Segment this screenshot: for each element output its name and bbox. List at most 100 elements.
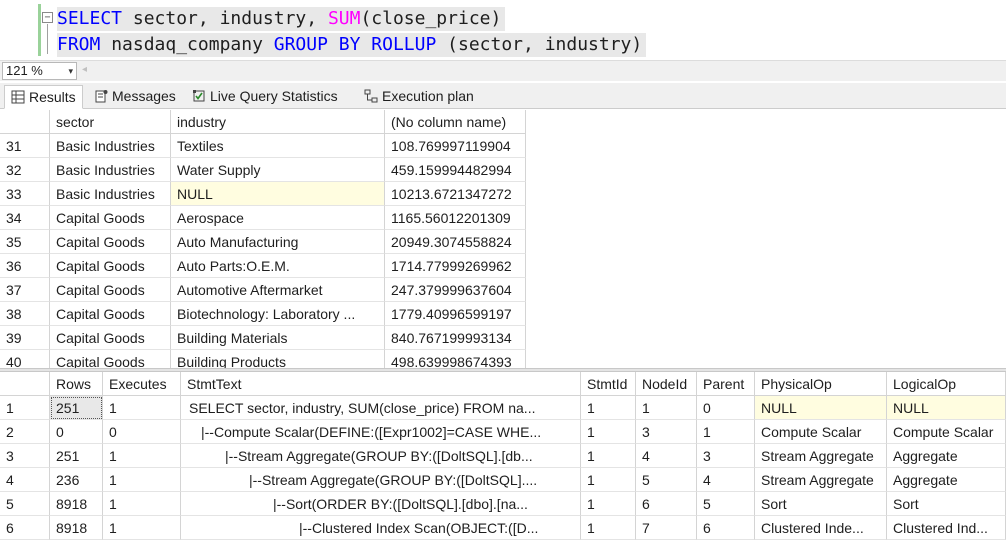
cell-industry[interactable]: Water Supply bbox=[171, 158, 385, 182]
column-header-value[interactable]: (No column name) bbox=[385, 110, 526, 134]
row-number[interactable]: 35 bbox=[0, 230, 50, 254]
column-header-logicalop[interactable]: LogicalOp bbox=[887, 372, 1006, 396]
row-number[interactable]: 4 bbox=[0, 468, 50, 492]
cell-stmtid[interactable]: 1 bbox=[581, 396, 636, 420]
row-number[interactable]: 39 bbox=[0, 326, 50, 350]
row-number[interactable]: 33 bbox=[0, 182, 50, 206]
cell-industry[interactable]: Automotive Aftermarket bbox=[171, 278, 385, 302]
query-editor[interactable]: − SELECT sector, industry, SUM(close_pri… bbox=[0, 0, 1006, 60]
cell-nodeid[interactable]: 5 bbox=[636, 468, 697, 492]
cell-logicalop[interactable]: Aggregate bbox=[887, 444, 1006, 468]
column-header-parent[interactable]: Parent bbox=[697, 372, 755, 396]
cell-value[interactable]: 840.767199993134 bbox=[385, 326, 526, 350]
cell-nodeid[interactable]: 7 bbox=[636, 516, 697, 540]
cell-sector[interactable]: Capital Goods bbox=[50, 302, 171, 326]
cell-stmtid[interactable]: 1 bbox=[581, 516, 636, 540]
cell-sector[interactable]: Basic Industries bbox=[50, 134, 171, 158]
cell-nodeid[interactable]: 6 bbox=[636, 492, 697, 516]
grid-corner[interactable] bbox=[0, 110, 50, 134]
cell-stmttext[interactable]: |--Clustered Index Scan(OBJECT:([D... bbox=[181, 516, 581, 540]
cell-physicalop[interactable]: Clustered Inde... bbox=[755, 516, 887, 540]
cell-executes[interactable]: 0 bbox=[103, 420, 181, 444]
cell-nodeid[interactable]: 3 bbox=[636, 420, 697, 444]
tab-execution-plan[interactable]: Execution plan bbox=[358, 85, 480, 109]
cell-logicalop[interactable]: Clustered Ind... bbox=[887, 516, 1006, 540]
row-number[interactable]: 1 bbox=[0, 396, 50, 420]
cell-value[interactable]: 1165.56012201309 bbox=[385, 206, 526, 230]
cell-sector[interactable]: Basic Industries bbox=[50, 158, 171, 182]
cell-industry[interactable]: Textiles bbox=[171, 134, 385, 158]
collapse-icon[interactable]: − bbox=[42, 12, 53, 23]
cell-physicalop[interactable]: Stream Aggregate bbox=[755, 468, 887, 492]
cell-physicalop[interactable]: Sort bbox=[755, 492, 887, 516]
cell-executes[interactable]: 1 bbox=[103, 468, 181, 492]
cell-sector[interactable]: Capital Goods bbox=[50, 230, 171, 254]
cell-sector[interactable]: Capital Goods bbox=[50, 278, 171, 302]
row-number[interactable]: 40 bbox=[0, 350, 50, 368]
code-line-1[interactable]: SELECT sector, industry, SUM(close_price… bbox=[57, 7, 506, 31]
cell-parent[interactable]: 3 bbox=[697, 444, 755, 468]
column-header-rows[interactable]: Rows bbox=[50, 372, 103, 396]
cell-value[interactable]: 1714.77999269962 bbox=[385, 254, 526, 278]
cell-value[interactable]: 1779.40996599197 bbox=[385, 302, 526, 326]
cell-industry[interactable]: Auto Parts:O.E.M. bbox=[171, 254, 385, 278]
cell-industry[interactable]: Auto Manufacturing bbox=[171, 230, 385, 254]
cell-logicalop[interactable]: Sort bbox=[887, 492, 1006, 516]
cell-stmtid[interactable]: 1 bbox=[581, 444, 636, 468]
cell-nodeid[interactable]: 1 bbox=[636, 396, 697, 420]
row-number[interactable]: 2 bbox=[0, 420, 50, 444]
cell-rows[interactable]: 251 bbox=[50, 396, 103, 420]
row-number[interactable]: 34 bbox=[0, 206, 50, 230]
cell-sector[interactable]: Capital Goods bbox=[50, 206, 171, 230]
cell-value[interactable]: 108.769997119904 bbox=[385, 134, 526, 158]
tab-live-query-statistics[interactable]: Live Query Statistics bbox=[186, 85, 344, 109]
cell-stmttext[interactable]: SELECT sector, industry, SUM(close_price… bbox=[181, 396, 581, 420]
cell-parent[interactable]: 1 bbox=[697, 420, 755, 444]
row-number[interactable]: 6 bbox=[0, 516, 50, 540]
cell-value[interactable]: 498.639998674393 bbox=[385, 350, 526, 368]
cell-value[interactable]: 10213.6721347272 bbox=[385, 182, 526, 206]
row-number[interactable]: 36 bbox=[0, 254, 50, 278]
cell-nodeid[interactable]: 4 bbox=[636, 444, 697, 468]
tab-results[interactable]: Results bbox=[4, 85, 83, 109]
cell-rows[interactable]: 8918 bbox=[50, 516, 103, 540]
column-header-sector[interactable]: sector bbox=[50, 110, 171, 134]
column-header-executes[interactable]: Executes bbox=[103, 372, 181, 396]
row-number[interactable]: 37 bbox=[0, 278, 50, 302]
column-header-nodeid[interactable]: NodeId bbox=[636, 372, 697, 396]
zoom-select[interactable]: 121 % ▾ bbox=[2, 62, 77, 80]
cell-rows[interactable]: 8918 bbox=[50, 492, 103, 516]
cell-logicalop[interactable]: Compute Scalar bbox=[887, 420, 1006, 444]
results-grid[interactable]: sector industry (No column name) 31 Basic… bbox=[0, 110, 1006, 368]
cell-parent[interactable]: 0 bbox=[697, 396, 755, 420]
cell-stmttext[interactable]: |--Sort(ORDER BY:([DoltSQL].[dbo].[na... bbox=[181, 492, 581, 516]
cell-logicalop[interactable]: NULL bbox=[887, 396, 1006, 420]
cell-industry[interactable]: Building Products bbox=[171, 350, 385, 368]
cell-stmtid[interactable]: 1 bbox=[581, 492, 636, 516]
cell-executes[interactable]: 1 bbox=[103, 444, 181, 468]
cell-rows[interactable]: 236 bbox=[50, 468, 103, 492]
cell-logicalop[interactable]: Aggregate bbox=[887, 468, 1006, 492]
cell-stmttext[interactable]: |--Stream Aggregate(GROUP BY:([DoltSQL].… bbox=[181, 444, 581, 468]
cell-sector[interactable]: Basic Industries bbox=[50, 182, 171, 206]
cell-physicalop[interactable]: Compute Scalar bbox=[755, 420, 887, 444]
cell-value[interactable]: 247.379999637604 bbox=[385, 278, 526, 302]
tab-messages[interactable]: Messages bbox=[88, 85, 182, 109]
cell-stmttext[interactable]: |--Compute Scalar(DEFINE:([Expr1002]=CAS… bbox=[181, 420, 581, 444]
cell-value[interactable]: 459.159994482994 bbox=[385, 158, 526, 182]
cell-rows[interactable]: 251 bbox=[50, 444, 103, 468]
cell-stmtid[interactable]: 1 bbox=[581, 420, 636, 444]
cell-stmttext[interactable]: |--Stream Aggregate(GROUP BY:([DoltSQL].… bbox=[181, 468, 581, 492]
row-number[interactable]: 5 bbox=[0, 492, 50, 516]
column-header-physicalop[interactable]: PhysicalOp bbox=[755, 372, 887, 396]
cell-industry[interactable]: Building Materials bbox=[171, 326, 385, 350]
horizontal-scrollbar[interactable] bbox=[94, 65, 1002, 77]
cell-physicalop[interactable]: Stream Aggregate bbox=[755, 444, 887, 468]
cell-industry[interactable]: Biotechnology: Laboratory ... bbox=[171, 302, 385, 326]
cell-stmtid[interactable]: 1 bbox=[581, 468, 636, 492]
cell-sector[interactable]: Capital Goods bbox=[50, 350, 171, 368]
row-number[interactable]: 3 bbox=[0, 444, 50, 468]
cell-rows[interactable]: 0 bbox=[50, 420, 103, 444]
cell-value[interactable]: 20949.3074558824 bbox=[385, 230, 526, 254]
code-line-2[interactable]: FROM nasdaq_company GROUP BY ROLLUP (sec… bbox=[57, 33, 647, 57]
